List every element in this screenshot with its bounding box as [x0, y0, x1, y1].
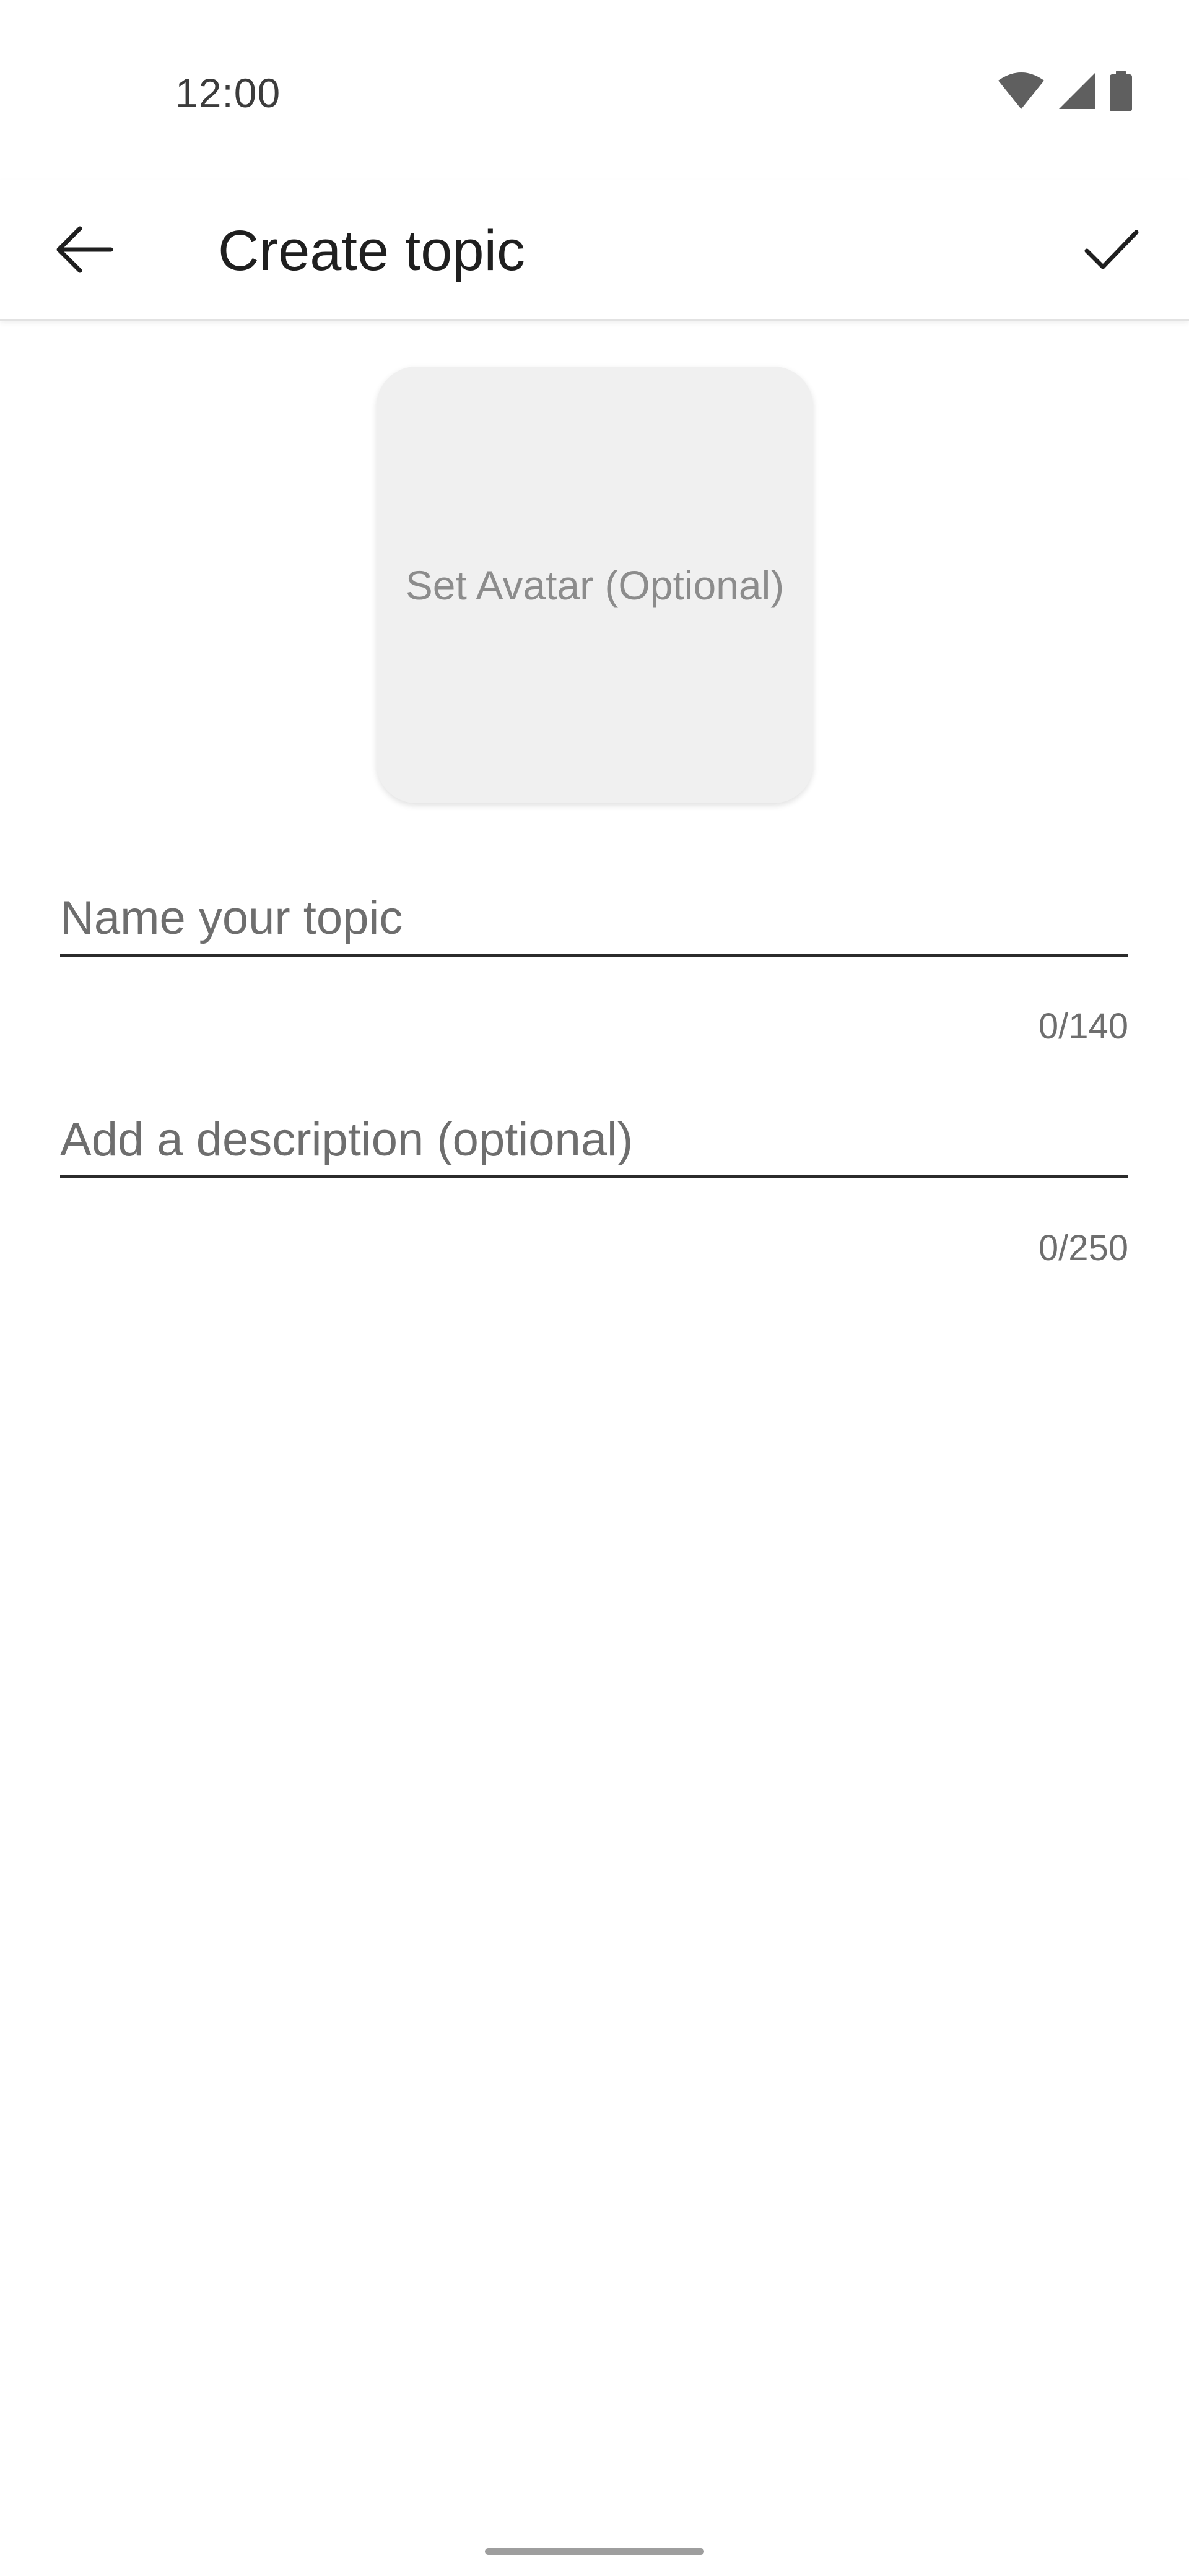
- wifi-icon: [997, 72, 1045, 110]
- topic-description-field: 0/250: [60, 1104, 1128, 1268]
- back-button[interactable]: [40, 207, 127, 294]
- status-time: 12:00: [175, 70, 281, 116]
- status-bar: 12:00: [0, 0, 1189, 180]
- set-avatar-label: Set Avatar (Optional): [405, 562, 785, 608]
- gesture-nav-handle[interactable]: [485, 2548, 704, 2555]
- app-bar: Create topic: [0, 180, 1189, 321]
- battery-icon: [1108, 71, 1133, 111]
- page-title: Create topic: [218, 219, 526, 282]
- cellular-signal-icon: [1058, 72, 1096, 110]
- confirm-button[interactable]: [1068, 207, 1155, 294]
- topic-name-input[interactable]: [60, 882, 1128, 957]
- topic-description-counter: 0/250: [1038, 1228, 1128, 1268]
- check-icon: [1083, 227, 1140, 275]
- create-topic-screen: 12:00 Create topic Set Avatar (Optional)…: [0, 0, 1189, 2576]
- arrow-back-icon: [54, 225, 113, 277]
- set-avatar-button[interactable]: Set Avatar (Optional): [377, 367, 813, 803]
- topic-description-input[interactable]: [60, 1104, 1128, 1178]
- topic-name-counter: 0/140: [1038, 1006, 1128, 1046]
- status-icons: [997, 69, 1133, 113]
- topic-name-field: 0/140: [60, 882, 1128, 1046]
